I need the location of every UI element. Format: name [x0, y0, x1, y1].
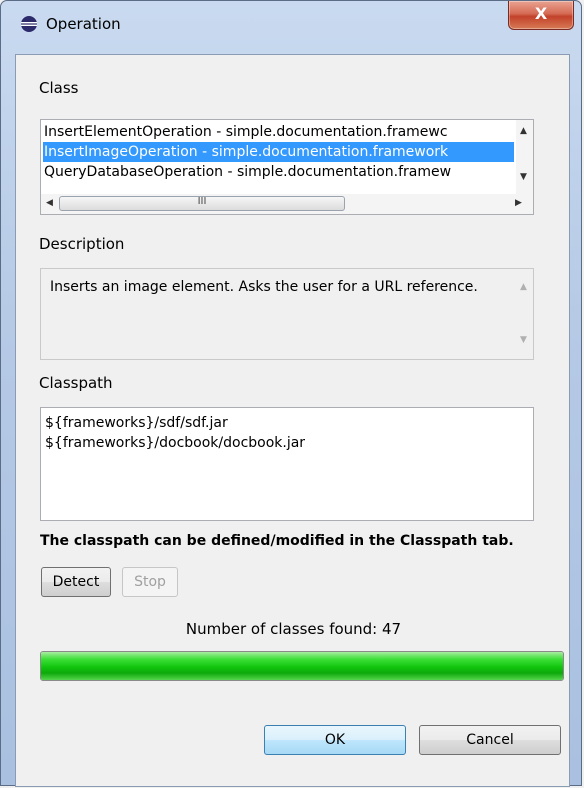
class-label: Class: [39, 79, 79, 97]
class-list-item[interactable]: InsertElementOperation - simple.document…: [43, 122, 514, 142]
eclipse-icon: [21, 16, 37, 32]
scroll-right-icon[interactable]: ▶: [515, 198, 522, 208]
scroll-down-icon[interactable]: ▼: [520, 335, 527, 345]
dialog-content: Class InsertElementOperation - simple.do…: [15, 54, 570, 787]
window-title: Operation: [46, 15, 121, 33]
class-list-item[interactable]: QueryDatabaseOperation - simple.document…: [43, 162, 514, 182]
scroll-left-icon[interactable]: ◀: [46, 198, 53, 208]
close-icon: X: [534, 4, 548, 23]
grip-icon: III: [197, 196, 207, 207]
classpath-text-area[interactable]: ${frameworks}/sdf/sdf.jar ${frameworks}/…: [40, 407, 534, 521]
ok-button[interactable]: OK: [264, 725, 406, 755]
scroll-up-icon[interactable]: ▲: [520, 282, 527, 292]
scroll-up-icon[interactable]: ▲: [520, 126, 527, 136]
classpath-hint: The classpath can be defined/modified in…: [40, 533, 514, 549]
class-list[interactable]: InsertElementOperation - simple.document…: [40, 119, 534, 215]
stop-button[interactable]: Stop: [122, 567, 178, 597]
description-vertical-scrollbar[interactable]: ▲ ▼: [516, 269, 533, 359]
title-bar[interactable]: Operation X: [1, 1, 581, 53]
close-button[interactable]: X: [508, 1, 574, 30]
classes-found-count: Number of classes found: 47: [185, 620, 402, 638]
classpath-entry: ${frameworks}/docbook/docbook.jar: [45, 435, 306, 451]
description-text: Inserts an image element. Asks the user …: [50, 279, 478, 295]
cancel-button[interactable]: Cancel: [419, 725, 561, 755]
classpath-label: Classpath: [39, 374, 113, 392]
detect-button[interactable]: Detect: [41, 567, 111, 597]
class-list-horizontal-scrollbar[interactable]: ◀ III ▶: [41, 194, 533, 214]
class-list-vertical-scrollbar[interactable]: ▲ ▼: [516, 120, 533, 194]
operation-dialog: Operation X Class InsertElementOperation…: [0, 0, 582, 787]
class-list-item-selected[interactable]: InsertImageOperation - simple.documentat…: [43, 142, 514, 162]
progress-bar: [40, 651, 564, 681]
classpath-entry: ${frameworks}/sdf/sdf.jar: [45, 415, 228, 431]
scroll-down-icon[interactable]: ▼: [520, 172, 527, 182]
horizontal-scroll-thumb[interactable]: III: [59, 196, 345, 211]
description-label: Description: [39, 235, 125, 253]
description-box: Inserts an image element. Asks the user …: [40, 268, 534, 360]
progress-bar-fill: [41, 652, 563, 680]
